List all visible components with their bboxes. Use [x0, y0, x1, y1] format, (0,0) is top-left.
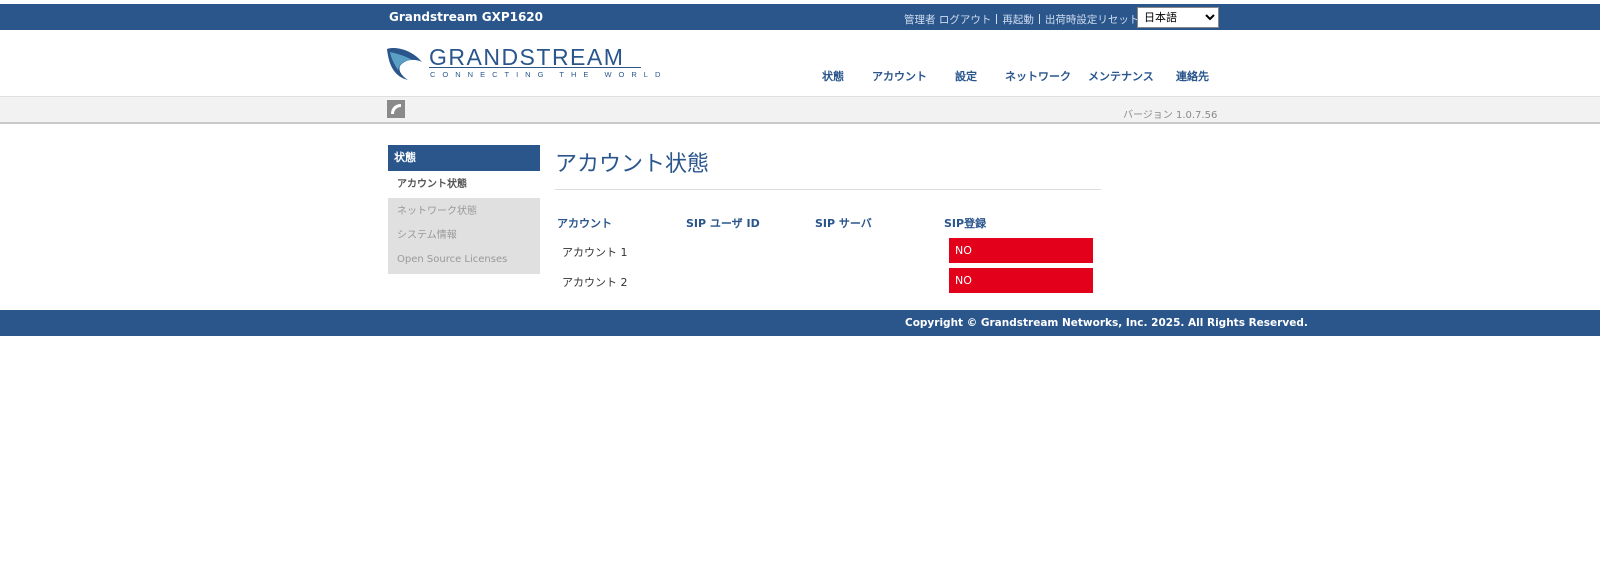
factory-reset-link[interactable]: 出荷時設定リセット	[1045, 14, 1140, 26]
nav-status[interactable]: 状態	[822, 68, 844, 84]
nav-settings[interactable]: 設定	[955, 68, 977, 84]
top-links: 管理者 ログアウト 再起動 出荷時設定リセット	[904, 12, 1139, 27]
column-header-sip-registration: SIP登録	[944, 217, 987, 230]
page-title: アカウント状態	[555, 152, 710, 177]
reboot-link[interactable]: 再起動	[1002, 14, 1034, 26]
sidebar-item-system-info[interactable]: システム情報	[388, 224, 540, 248]
language-select[interactable]: 日本語	[1137, 7, 1219, 28]
firmware-version: バージョン 1.0.7.56	[1123, 110, 1218, 121]
top-bar: Grandstream GXP1620 管理者 ログアウト 再起動 出荷時設定リセッ…	[0, 4, 1600, 30]
account-2-registration-badge: NO	[949, 268, 1093, 293]
sidebar-item-group: ネットワーク状態 システム情報 Open Source Licenses	[388, 198, 540, 274]
sub-bar: バージョン 1.0.7.56	[0, 96, 1600, 124]
title-divider	[555, 189, 1101, 190]
account-1-name: アカウント 1	[562, 246, 628, 259]
column-header-sip-server: SIP サーバ	[815, 217, 872, 230]
nav-account[interactable]: アカウント	[872, 68, 927, 84]
logout-link[interactable]: ログアウト	[939, 14, 992, 26]
divider	[1038, 14, 1040, 24]
sidebar-item-account-status[interactable]: アカウント状態	[388, 171, 540, 198]
logo-tagline: CONNECTING THE WORLD	[430, 70, 668, 79]
sidebar-header: 状態	[388, 145, 540, 171]
account-1-registration-badge: NO	[949, 238, 1093, 263]
sidebar: 状態 アカウント状態 ネットワーク状態 システム情報 Open Source L…	[388, 145, 540, 274]
divider	[996, 14, 998, 24]
nav-contacts[interactable]: 連絡先	[1176, 68, 1209, 84]
column-header-account: アカウント	[557, 217, 612, 230]
device-model: Grandstream GXP1620	[389, 10, 544, 24]
footer: Copyright © Grandstream Networks, Inc. 2…	[0, 310, 1600, 336]
account-2-name: アカウント 2	[562, 276, 628, 289]
user-label: 管理者	[904, 14, 936, 26]
sidebar-item-network-status[interactable]: ネットワーク状態	[388, 200, 540, 224]
sidebar-item-open-source-licenses[interactable]: Open Source Licenses	[388, 248, 540, 272]
logo-rule	[429, 67, 641, 68]
nav-network[interactable]: ネットワーク	[1005, 68, 1071, 84]
copyright-text: Copyright © Grandstream Networks, Inc. 2…	[905, 317, 1308, 329]
column-header-sip-user-id: SIP ユーザ ID	[686, 217, 760, 230]
nav-maintenance[interactable]: メンテナンス	[1088, 68, 1154, 84]
phone-status-icon	[387, 100, 405, 118]
grandstream-logo[interactable]: GRANDSTREAM CONNECTING THE WORLD	[386, 44, 660, 86]
logo-mark-icon	[387, 48, 422, 80]
